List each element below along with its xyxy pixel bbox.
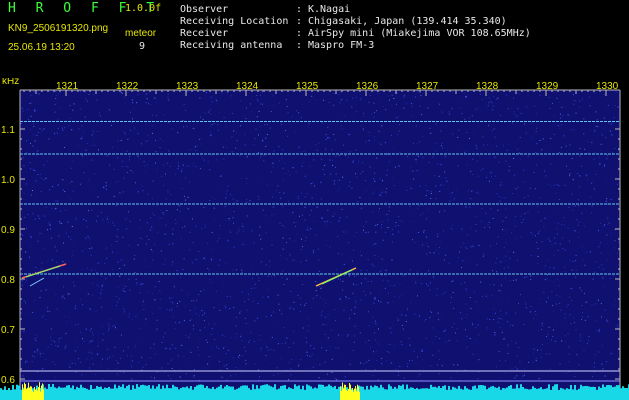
y-tick-label: 0.8 xyxy=(1,275,15,286)
signal-burst xyxy=(344,384,345,400)
y-tick-label: 0.9 xyxy=(1,225,15,236)
y-tick-label: 0.6 xyxy=(1,375,15,386)
app-version: 1.0.0f xyxy=(125,3,162,14)
signal-burst xyxy=(353,391,354,400)
signal-burst xyxy=(35,389,36,400)
spectrogram-background xyxy=(20,90,620,400)
signal-burst xyxy=(342,382,343,400)
signal-burst xyxy=(42,383,43,400)
info-observer: Observer: K.Nagai xyxy=(180,4,351,15)
signal-burst xyxy=(34,386,35,400)
signal-burst xyxy=(348,388,349,400)
signal-burst xyxy=(30,386,31,400)
signal-burst xyxy=(37,390,38,400)
signal-burst xyxy=(29,387,30,400)
signal-burst xyxy=(341,391,342,400)
signal-burst xyxy=(36,388,37,400)
signal-burst xyxy=(343,388,344,400)
x-tick-label: 1322 xyxy=(116,81,139,92)
signal-burst xyxy=(359,391,360,400)
x-tick-label: 1328 xyxy=(476,81,499,92)
x-tick-label: 1325 xyxy=(296,81,319,92)
signal-burst xyxy=(346,389,347,400)
signal-burst xyxy=(355,386,356,400)
x-tick-label: 1321 xyxy=(56,81,79,92)
signal-burst xyxy=(32,390,33,400)
signal-burst xyxy=(22,384,23,400)
signal-burst xyxy=(39,382,40,400)
signal-burst xyxy=(27,387,28,400)
info-receiver: Receiver: AirSpy mini (Miakejima VOR 108.… xyxy=(180,28,531,39)
y-tick-label: 1.1 xyxy=(1,125,15,136)
signal-burst xyxy=(354,388,355,400)
date-time: 25.06.19 13:20 xyxy=(8,42,75,53)
x-tick-label: 1329 xyxy=(536,81,559,92)
signal-burst xyxy=(24,382,25,400)
spectrogram: kHz 1321 1322 1323 1324 1325 1326 1327 1328 1329 1… xyxy=(0,78,629,400)
signal-burst xyxy=(352,388,353,400)
signal-burst xyxy=(43,389,44,400)
x-tick-label: 1326 xyxy=(356,81,379,92)
y-tick-label: 1.0 xyxy=(1,175,15,186)
info-location: Receiving Location: Chigasaki, Japan (139… xyxy=(180,16,507,27)
info-antenna: Receiving antenna: Maspro FM-3 xyxy=(180,40,375,51)
x-tick-label: 1323 xyxy=(176,81,199,92)
signal-burst xyxy=(28,382,29,400)
spectrogram-panel: kHz 1321 1322 1323 1324 1325 1326 1327 1328 1329 1… xyxy=(0,78,629,400)
signal-burst xyxy=(340,386,341,400)
meteor-count: 9 xyxy=(139,41,146,52)
signal-burst xyxy=(357,384,358,400)
signal-burst xyxy=(358,386,359,400)
signal-baseline-fill xyxy=(0,392,629,400)
signal-burst xyxy=(38,387,39,400)
signal-burst xyxy=(347,390,348,400)
signal-burst xyxy=(26,388,27,400)
x-tick-label: 1330 xyxy=(596,81,619,92)
signal-burst xyxy=(345,384,346,400)
x-tick-label: 1324 xyxy=(236,81,259,92)
y-axis-unit: kHz xyxy=(2,78,19,87)
signal-burst xyxy=(349,382,350,400)
header-panel: H R O F F T 1.0.0f KN9_2506191320.png 25… xyxy=(0,0,629,78)
signal-burst xyxy=(351,389,352,400)
signal-burst xyxy=(41,385,42,400)
signal-burst xyxy=(25,384,26,400)
x-tick-label: 1327 xyxy=(416,81,439,92)
signal-burst xyxy=(33,391,34,400)
signal-burst xyxy=(31,386,32,400)
signal-burst xyxy=(356,391,357,400)
file-name: KN9_2506191320.png xyxy=(8,23,109,34)
signal-burst xyxy=(350,384,351,400)
y-tick-label: 0.7 xyxy=(1,325,15,336)
meteor-label: meteor xyxy=(125,28,157,39)
signal-burst xyxy=(40,391,41,400)
signal-burst xyxy=(23,389,24,400)
